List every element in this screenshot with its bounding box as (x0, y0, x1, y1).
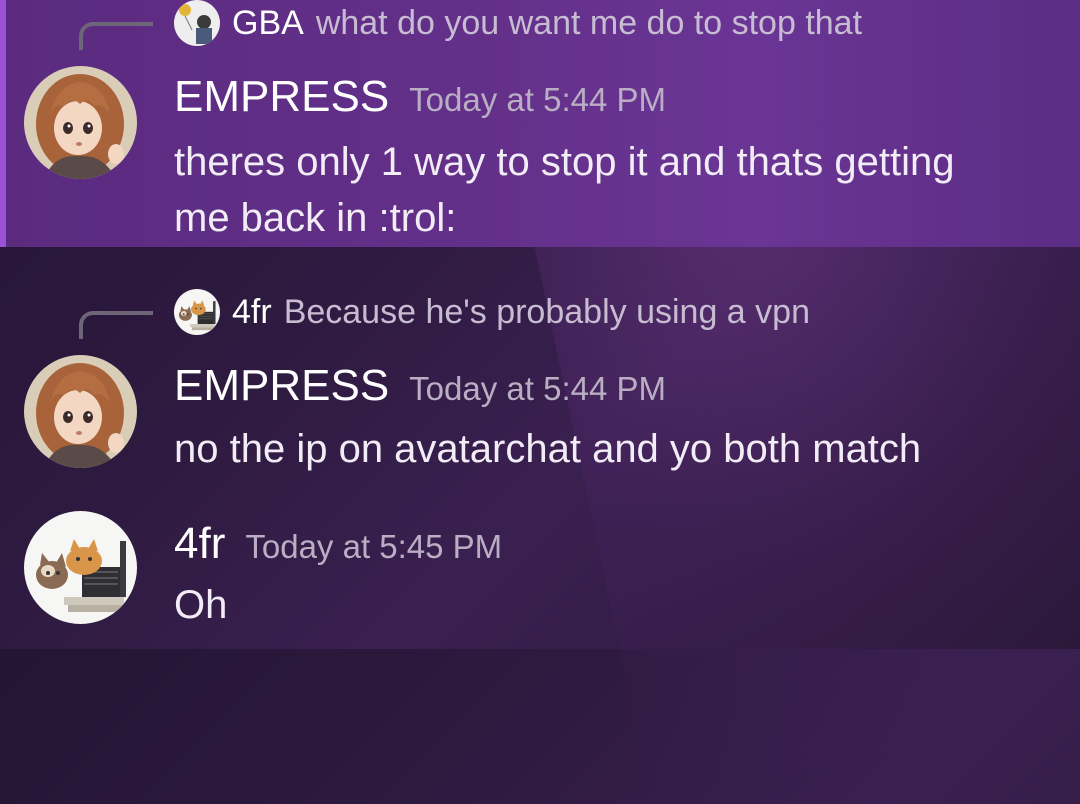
message-line: Oh (174, 583, 228, 627)
message-author[interactable]: 4fr (174, 519, 225, 569)
cats-with-laptop-avatar-icon (174, 289, 220, 335)
message-line: no the ip on avatarchat and yo both matc… (174, 427, 922, 471)
message-line: me back in :trol: (174, 196, 457, 240)
message-timestamp: Today at 5:44 PM (409, 81, 666, 118)
message-author[interactable]: EMPRESS (174, 72, 389, 122)
reply-author[interactable]: GBA (232, 4, 304, 43)
boy-with-balloon-avatar-icon (174, 0, 220, 46)
message-header: EMPRESS Today at 5:44 PM (174, 72, 666, 122)
reply-text: what do you want me do to stop that (315, 3, 863, 42)
message-timestamp: Today at 5:45 PM (245, 528, 503, 565)
message-header: 4fr Today at 5:45 PM (174, 519, 502, 569)
reply-preview[interactable]: 4fr Because he's probably using a vpn (174, 289, 810, 335)
message-header: EMPRESS Today at 5:44 PM (174, 361, 666, 411)
reply-author[interactable]: 4fr (232, 293, 272, 332)
reply-connector-line (79, 22, 153, 50)
message-content: no the ip on avatarchat and yo both matc… (174, 421, 921, 477)
message-content: theres only 1 way to stop it and thats g… (174, 134, 954, 246)
message-timestamp: Today at 5:44 PM (409, 370, 666, 407)
anime-girl-avatar-icon[interactable] (24, 66, 137, 179)
reply-text: Because he's probably using a vpn (283, 292, 810, 331)
message-author[interactable]: EMPRESS (174, 361, 389, 411)
reply-preview[interactable]: GBA what do you want me do to stop that (174, 0, 862, 46)
anime-girl-avatar-icon[interactable] (24, 355, 137, 468)
cats-with-laptop-avatar-icon[interactable] (24, 511, 137, 624)
reply-connector-line (79, 311, 153, 339)
message-line: theres only 1 way to stop it and thats g… (174, 140, 955, 184)
chat-message[interactable]: 4fr Because he's probably using a vpn EM… (0, 283, 1080, 483)
chat-message[interactable]: GBA what do you want me do to stop that … (0, 0, 1080, 247)
chat-message[interactable]: 4fr Today at 5:45 PM Oh (0, 505, 1080, 649)
message-content: Oh (174, 577, 227, 633)
